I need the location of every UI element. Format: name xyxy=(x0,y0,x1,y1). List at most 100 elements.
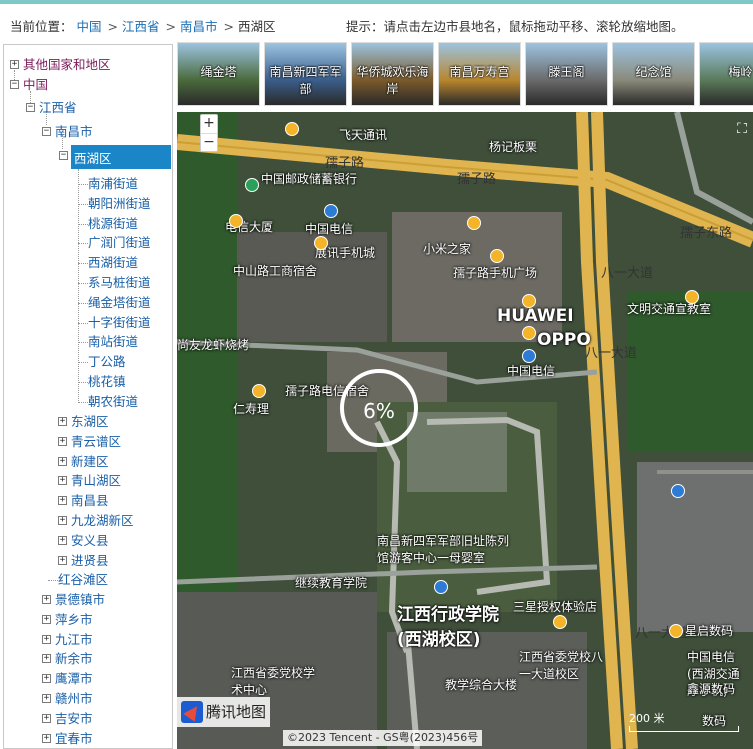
tree-node-street[interactable]: 丁公路 xyxy=(78,353,126,371)
tree-node-city[interactable]: + 萍乡市 xyxy=(42,611,93,629)
map-poi-label[interactable]: 继续教育学院 xyxy=(295,574,367,591)
map-poi-label[interactable]: OPPO xyxy=(537,330,591,350)
collapse-icon[interactable]: − xyxy=(59,151,68,160)
tree-node-district[interactable]: + 青云谱区 xyxy=(58,433,121,451)
tree-node-selected-district[interactable]: − 西湖区 xyxy=(59,145,171,169)
tree-node-street[interactable]: 绳金塔街道 xyxy=(78,294,151,312)
expand-icon[interactable]: + xyxy=(58,476,67,486)
tree-node-street[interactable]: 广润门街道 xyxy=(78,234,151,252)
map-poi-label[interactable]: 星启数码 xyxy=(685,622,733,639)
expand-icon[interactable]: + xyxy=(42,694,51,703)
tree-node-district[interactable]: + 南昌县 xyxy=(58,492,109,510)
map-poi-label[interactable]: 教学综合大楼 xyxy=(445,676,517,693)
tree-node-other[interactable]: + 其他国家和地区 xyxy=(10,56,111,74)
expand-icon[interactable]: + xyxy=(42,634,51,644)
map-poi-label[interactable]: 南昌新四军军部旧址陈列馆游客中心一母婴室 xyxy=(377,532,517,566)
expand-icon[interactable]: + xyxy=(42,614,51,624)
expand-icon[interactable]: + xyxy=(42,713,51,723)
expand-icon[interactable]: + xyxy=(58,456,67,466)
map-view[interactable]: + − ⛶ 孺子路 孺子路 孺子东路 八一大道 八一大道 八一大道 中国邮政储蓄银行 电信大厦… xyxy=(177,112,753,749)
collapse-icon[interactable]: − xyxy=(26,103,35,112)
scenic-thumbnail[interactable]: 梅岭 xyxy=(699,42,753,106)
tree-node-district[interactable]: + 进贤县 xyxy=(58,552,109,570)
expand-icon[interactable]: + xyxy=(58,436,67,446)
expand-icon[interactable]: + xyxy=(58,555,67,565)
poi-marker-icon[interactable] xyxy=(314,236,328,250)
expand-icon[interactable]: + xyxy=(42,733,51,743)
map-poi-label[interactable]: 鑫源数码 xyxy=(687,680,735,697)
tree-node-city[interactable]: + 宜春市 xyxy=(42,730,93,748)
map-poi-label[interactable]: 江西省委党校八一大道校区 xyxy=(519,648,603,682)
tree-node-street[interactable]: 西湖街道 xyxy=(78,254,138,272)
poi-marker-icon[interactable] xyxy=(553,615,567,629)
poi-marker-icon[interactable] xyxy=(252,384,266,398)
zoom-out-button[interactable]: − xyxy=(201,133,217,151)
zoom-in-button[interactable]: + xyxy=(201,115,217,133)
breadcrumb-china[interactable]: 中国 xyxy=(77,19,102,34)
tree-node-district[interactable]: + 东湖区 xyxy=(58,413,109,431)
poi-marker-icon[interactable] xyxy=(522,326,536,340)
tree-node-city[interactable]: + 吉安市 xyxy=(42,710,93,728)
map-poi-label[interactable]: 杨记板栗 xyxy=(489,138,537,155)
tree-node-city[interactable]: + 景德镇市 xyxy=(42,591,105,609)
tree-node-district[interactable]: + 新建区 xyxy=(58,453,109,471)
expand-icon[interactable]: + xyxy=(10,60,19,69)
poi-marker-icon[interactable] xyxy=(522,349,536,363)
scenic-thumbnail[interactable]: 纪念馆 xyxy=(612,42,695,106)
map-poi-label[interactable]: 江西行政学院(西湖校区) xyxy=(397,600,507,650)
map-poi-label[interactable]: 小米之家 xyxy=(423,240,471,257)
poi-marker-icon[interactable] xyxy=(245,178,259,192)
scenic-thumbnail[interactable]: 滕王阁 xyxy=(525,42,608,106)
map-poi-label[interactable]: 孺子路手机广场 xyxy=(453,264,537,281)
tree-node-street[interactable]: 十字街街道 xyxy=(78,314,151,332)
tree-node-district[interactable]: + 青山湖区 xyxy=(58,472,121,490)
tree-node-street[interactable]: 南浦街道 xyxy=(78,175,138,193)
fullscreen-icon[interactable]: ⛶ xyxy=(733,120,751,138)
scenic-thumbnail[interactable]: 南昌新四军军部 xyxy=(264,42,347,106)
poi-marker-icon[interactable] xyxy=(522,294,536,308)
tree-node-street[interactable]: 桃源街道 xyxy=(78,215,138,233)
parking-icon[interactable] xyxy=(434,580,448,594)
expand-icon[interactable]: + xyxy=(58,516,67,525)
scenic-thumbnail[interactable]: 华侨城欢乐海岸 xyxy=(351,42,434,106)
expand-icon[interactable]: + xyxy=(58,535,67,545)
map-poi-label[interactable]: 中山路工商宿舍 xyxy=(233,262,317,279)
map-poi-label[interactable]: 中国电信 xyxy=(305,220,353,237)
parking-icon[interactable] xyxy=(671,484,685,498)
scenic-thumbnail[interactable]: 南昌万寿宫 xyxy=(438,42,521,106)
map-poi-label[interactable]: HUAWEI xyxy=(497,306,574,326)
breadcrumb-city[interactable]: 南昌市 xyxy=(180,19,218,34)
tree-node-city[interactable]: + 新余市 xyxy=(42,650,93,668)
expand-icon[interactable]: + xyxy=(58,496,67,506)
tree-node-street[interactable]: 朝阳洲街道 xyxy=(78,195,151,213)
map-poi-label[interactable]: 中国电信 xyxy=(507,362,555,379)
map-poi-label[interactable]: 江西省委党校学术中心 xyxy=(231,664,315,698)
breadcrumb-province[interactable]: 江西省 xyxy=(122,19,160,34)
scenic-thumbnail[interactable]: 绳金塔 xyxy=(177,42,260,106)
tree-node-street[interactable]: 朝农街道 xyxy=(78,393,138,411)
map-poi-label[interactable]: 飞天通讯 xyxy=(339,126,387,143)
collapse-icon[interactable]: − xyxy=(10,80,19,89)
map-poi-label[interactable]: 尚友龙虾烧烤 xyxy=(177,336,249,353)
poi-marker-icon[interactable] xyxy=(490,249,504,263)
map-poi-label[interactable]: 仁寿理 xyxy=(233,400,269,417)
tree-node-district[interactable]: + 安义县 xyxy=(58,532,109,550)
poi-marker-icon[interactable] xyxy=(324,204,338,218)
tree-node-city[interactable]: + 赣州市 xyxy=(42,690,93,708)
map-poi-label[interactable]: 中国邮政储蓄银行 xyxy=(261,170,357,187)
tree-node-province[interactable]: − 江西省 xyxy=(26,99,77,117)
poi-marker-icon[interactable] xyxy=(229,214,243,228)
poi-marker-icon[interactable] xyxy=(467,216,481,230)
tree-node-street[interactable]: 桃花镇 xyxy=(78,373,126,391)
expand-icon[interactable]: + xyxy=(42,595,51,604)
tree-node-city[interactable]: − 南昌市 xyxy=(42,123,93,141)
collapse-icon[interactable]: − xyxy=(42,127,51,136)
tree-node-district[interactable]: + 九龙湖新区 xyxy=(58,512,134,530)
tree-node-district[interactable]: 红谷滩区 xyxy=(48,571,108,589)
poi-marker-icon[interactable] xyxy=(285,122,299,136)
poi-marker-icon[interactable] xyxy=(685,290,699,304)
tree-node-china[interactable]: − 中国 xyxy=(10,76,48,94)
poi-marker-icon[interactable] xyxy=(669,624,683,638)
tree-node-street[interactable]: 南站街道 xyxy=(78,333,138,351)
tree-node-city[interactable]: + 鹰潭市 xyxy=(42,670,93,688)
